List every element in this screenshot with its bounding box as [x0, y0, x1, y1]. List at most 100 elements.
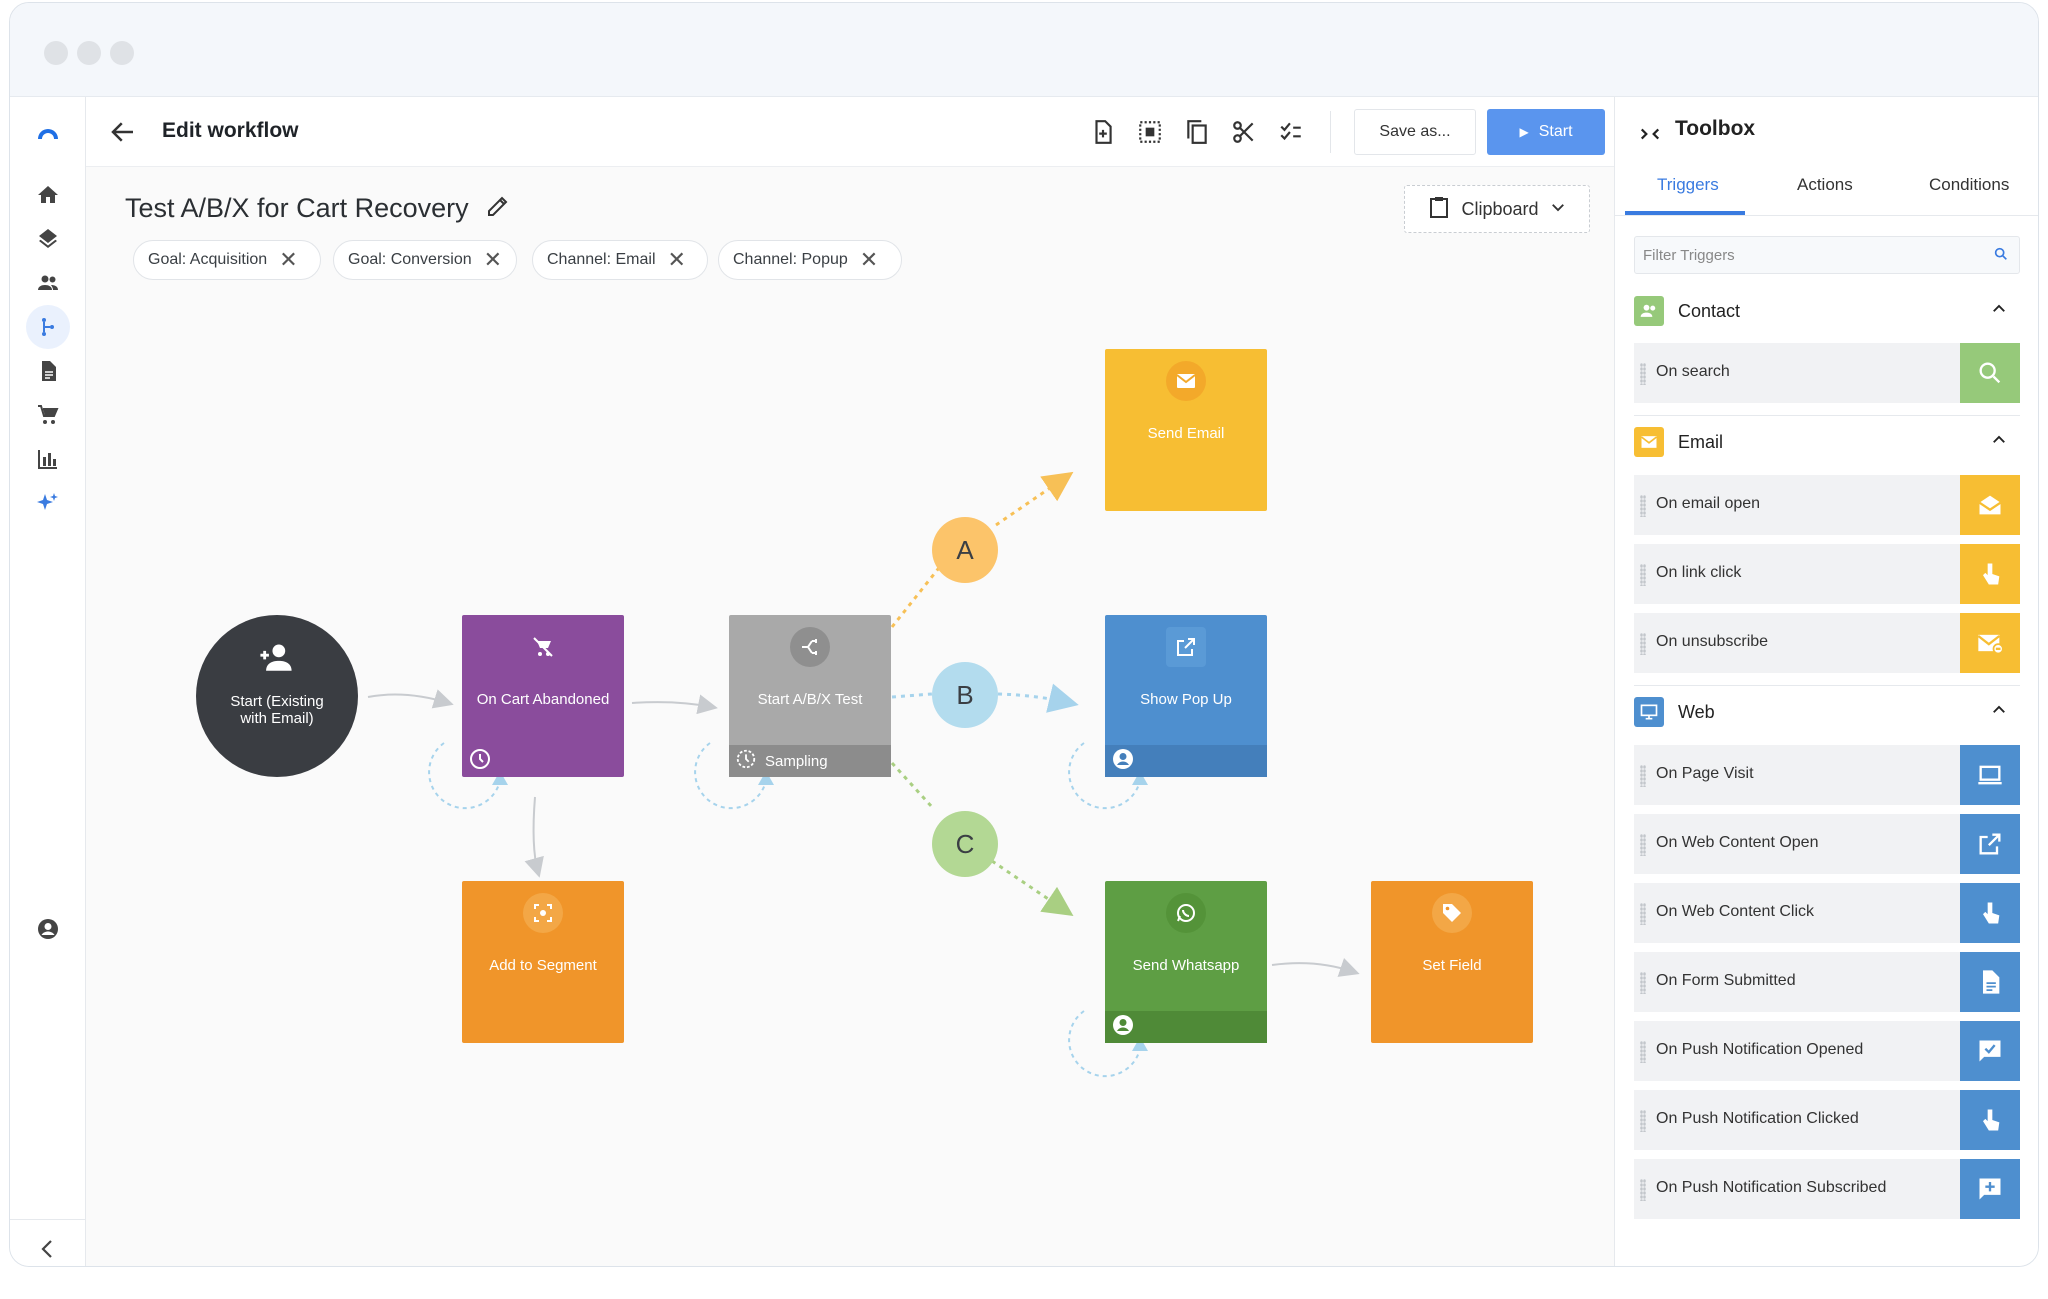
drag-handle[interactable]: [1640, 834, 1646, 856]
filter-input[interactable]: Filter Triggers: [1634, 236, 2020, 274]
node-footer-label: Sampling: [765, 752, 828, 770]
tag-icon: [1432, 893, 1472, 933]
toolbox-title: Toolbox: [1675, 117, 1756, 140]
window-dot[interactable]: [77, 41, 101, 65]
collapse-icon[interactable]: [26, 1227, 70, 1266]
window-dot[interactable]: [110, 41, 134, 65]
drag-handle[interactable]: [1640, 972, 1646, 994]
tab-triggers[interactable]: Triggers: [1657, 175, 1719, 195]
trigger-label: On email open: [1656, 495, 1761, 512]
document-icon[interactable]: [26, 349, 70, 393]
add-page-icon[interactable]: [1088, 117, 1118, 147]
trigger-item[interactable]: On link click: [1634, 544, 2020, 604]
start-node[interactable]: Start (Existing with Email): [196, 615, 358, 777]
window-dot[interactable]: [44, 41, 68, 65]
trigger-label: On Push Notification Clicked: [1656, 1110, 1859, 1127]
drag-handle[interactable]: [1640, 1179, 1646, 1201]
section-divider: [1634, 685, 2020, 686]
drag-handle[interactable]: [1640, 1110, 1646, 1132]
chevron-up-icon[interactable]: [1990, 431, 2008, 454]
add-person-icon: [253, 641, 299, 679]
collapse-toolbox-icon[interactable]: [1639, 123, 1661, 150]
logo-icon[interactable]: [26, 111, 70, 155]
page-title: Edit workflow: [162, 119, 299, 142]
drag-handle[interactable]: [1640, 1041, 1646, 1063]
section-contact[interactable]: Contact: [1634, 294, 2020, 328]
touch-icon: [1960, 883, 2020, 943]
chevron-up-icon[interactable]: [1990, 300, 2008, 323]
chevron-up-icon[interactable]: [1990, 701, 2008, 724]
tab-conditions[interactable]: Conditions: [1929, 175, 2009, 195]
show-popup-node[interactable]: Show Pop Up: [1105, 615, 1267, 777]
section-email[interactable]: Email: [1634, 425, 2020, 459]
node-label: On Cart Abandoned: [476, 691, 610, 708]
trigger-label: On Form Submitted: [1656, 972, 1796, 989]
timer-icon: [735, 748, 757, 774]
drag-handle[interactable]: [1640, 564, 1646, 586]
open-external-icon: [1960, 814, 2020, 874]
header-divider: [1330, 111, 1331, 153]
chart-icon[interactable]: [26, 437, 70, 481]
people-icon[interactable]: [26, 261, 70, 305]
section-divider: [1634, 415, 2020, 416]
trigger-item[interactable]: On Form Submitted: [1634, 952, 2020, 1012]
trigger-item[interactable]: On Push Notification Clicked: [1634, 1090, 2020, 1150]
workflow-canvas[interactable]: Test A/B/X for Cart Recovery Goal: Acqui…: [86, 167, 1614, 1266]
message-check-icon: [1960, 1021, 2020, 1081]
node-label: Send Email: [1147, 425, 1225, 442]
drag-handle[interactable]: [1640, 495, 1646, 517]
trigger-item[interactable]: On Web Content Click: [1634, 883, 2020, 943]
start-button[interactable]: ▶ Start: [1487, 109, 1605, 155]
checklist-icon[interactable]: [1276, 117, 1306, 147]
connector: [891, 692, 933, 699]
layers-icon[interactable]: [26, 217, 70, 261]
scissors-icon[interactable]: [1229, 117, 1259, 147]
trigger-item[interactable]: On Page Visit: [1634, 745, 2020, 805]
account-icon[interactable]: [26, 907, 70, 951]
tab-actions[interactable]: Actions: [1797, 175, 1853, 195]
add-segment-node[interactable]: Add to Segment: [462, 881, 624, 1043]
node-footer: [1105, 1011, 1267, 1043]
trigger-item[interactable]: On Web Content Open: [1634, 814, 2020, 874]
split-icon: [790, 627, 830, 667]
whatsapp-icon: [1166, 893, 1206, 933]
node-footer: Sampling: [729, 745, 891, 777]
cart-abandoned-node[interactable]: On Cart Abandoned: [462, 615, 624, 777]
drag-handle[interactable]: [1640, 903, 1646, 925]
cart-icon[interactable]: [26, 393, 70, 437]
connector: [995, 471, 1074, 527]
editor-header: Edit workflow Save as... ▶ Start: [86, 97, 1614, 167]
trigger-item[interactable]: On email open: [1634, 475, 2020, 535]
trigger-label: On Web Content Click: [1656, 903, 1814, 920]
connector: [997, 683, 1079, 713]
send-whatsapp-node[interactable]: Send Whatsapp: [1105, 881, 1267, 1043]
home-icon[interactable]: [26, 173, 70, 217]
trigger-item[interactable]: On search: [1634, 343, 2020, 403]
sidebar-nav: [10, 97, 86, 1266]
sparkle-icon[interactable]: [26, 481, 70, 525]
drag-handle[interactable]: [1640, 633, 1646, 655]
section-web[interactable]: Web: [1634, 695, 2020, 729]
trigger-item[interactable]: On unsubscribe: [1634, 613, 2020, 673]
start-node-label: Start (Existing with Email): [230, 693, 324, 727]
workflow-icon[interactable]: [26, 305, 70, 349]
node-label: Show Pop Up: [1140, 691, 1232, 708]
trigger-item[interactable]: On Push Notification Opened: [1634, 1021, 2020, 1081]
branch-c[interactable]: C: [932, 811, 998, 877]
trigger-label: On unsubscribe: [1656, 633, 1769, 650]
drag-handle[interactable]: [1640, 765, 1646, 787]
branch-b[interactable]: B: [932, 662, 998, 728]
send-email-node[interactable]: Send Email: [1105, 349, 1267, 511]
trigger-label: On Push Notification Subscribed: [1656, 1179, 1887, 1196]
select-all-icon[interactable]: [1135, 117, 1165, 147]
set-field-node[interactable]: Set Field: [1371, 881, 1533, 1043]
save-as-button[interactable]: Save as...: [1354, 109, 1476, 155]
ab-test-node[interactable]: Start A/B/X Test Sampling: [729, 615, 891, 777]
copy-icon[interactable]: [1182, 117, 1212, 147]
back-arrow-icon[interactable]: [108, 117, 138, 147]
drag-handle[interactable]: [1640, 363, 1646, 385]
node-label: Send Whatsapp: [1132, 957, 1240, 974]
branch-a[interactable]: A: [932, 517, 998, 583]
search-icon: [1993, 246, 2009, 266]
trigger-item[interactable]: On Push Notification Subscribed: [1634, 1159, 2020, 1219]
